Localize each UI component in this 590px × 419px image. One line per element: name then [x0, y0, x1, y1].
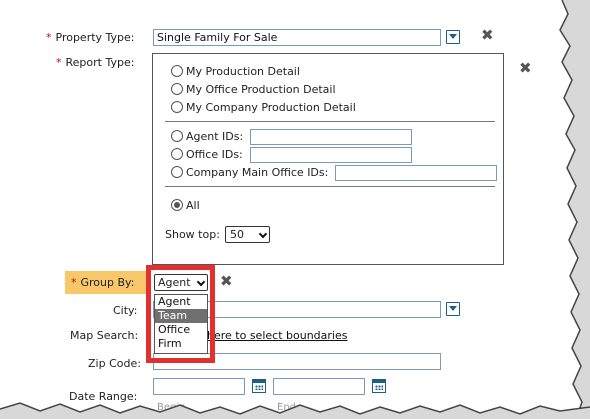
company-main-office-ids-input[interactable]	[335, 165, 497, 181]
begin-calendar-icon[interactable]	[251, 378, 266, 393]
city-label: City:	[113, 304, 138, 317]
required-marker: *	[56, 56, 62, 69]
group-by-label-text: Group By:	[80, 276, 135, 289]
radio-button-checked[interactable]	[171, 199, 183, 211]
report-type-label: * Report Type:	[56, 56, 134, 69]
office-ids-input[interactable]	[250, 147, 412, 163]
radio-button[interactable]	[171, 148, 183, 160]
show-top-value: 50	[230, 228, 244, 241]
report-option-my-company-production[interactable]: My Company Production Detail	[171, 101, 356, 114]
property-type-value: Single Family For Sale	[157, 31, 278, 44]
property-type-dropdown-icon[interactable]	[446, 30, 460, 44]
annotation-highlight-frame	[146, 265, 215, 363]
report-type-panel: My Production Detail My Office Productio…	[152, 53, 504, 265]
radio-label: Agent IDs:	[186, 130, 244, 143]
property-type-label: * Property Type:	[46, 31, 135, 44]
property-type-remove-icon[interactable]: ✖	[481, 28, 494, 43]
divider	[165, 186, 495, 187]
report-option-my-office-production[interactable]: My Office Production Detail	[171, 83, 336, 96]
group-by-remove-icon[interactable]: ✖	[220, 274, 233, 289]
radio-button[interactable]	[171, 166, 183, 178]
chevron-down-icon	[258, 229, 268, 239]
end-calendar-icon[interactable]	[371, 378, 386, 393]
report-option-agent-ids[interactable]: Agent IDs:	[171, 130, 243, 143]
report-type-label-text: Report Type:	[65, 56, 135, 69]
property-type-label-text: Property Type:	[55, 31, 135, 44]
radio-label: My Office Production Detail	[186, 83, 336, 96]
show-top-label-text: Show top:	[165, 228, 220, 241]
torn-edge-right	[559, 0, 590, 419]
zip-code-label: Zip Code:	[88, 357, 141, 370]
show-top-label: Show top:	[165, 228, 220, 241]
radio-button[interactable]	[171, 101, 183, 113]
radio-label: Office IDs:	[186, 148, 243, 161]
show-top-select[interactable]: 50	[225, 226, 270, 243]
radio-button[interactable]	[171, 65, 183, 77]
property-type-field[interactable]: Single Family For Sale	[153, 29, 441, 46]
required-marker: *	[46, 31, 52, 44]
group-by-label: * Group By:	[71, 276, 134, 289]
radio-button[interactable]	[171, 130, 183, 142]
radio-label: My Production Detail	[186, 65, 300, 78]
report-option-my-production[interactable]: My Production Detail	[171, 65, 300, 78]
report-option-all[interactable]: All	[171, 199, 200, 212]
map-search-link[interactable]: here to select boundaries	[207, 329, 347, 342]
report-type-remove-icon[interactable]: ✖	[519, 61, 532, 76]
map-search-label: Map Search:	[70, 329, 139, 342]
radio-label: All	[186, 199, 200, 212]
divider	[165, 121, 495, 122]
torn-edge-bottom	[0, 402, 590, 419]
report-option-company-main-office-ids[interactable]: Company Main Office IDs:	[171, 166, 328, 179]
required-marker: *	[71, 276, 77, 289]
radio-button[interactable]	[171, 83, 183, 95]
agent-ids-input[interactable]	[250, 129, 412, 145]
report-option-office-ids[interactable]: Office IDs:	[171, 148, 243, 161]
radio-label: Company Main Office IDs:	[186, 166, 329, 179]
radio-label: My Company Production Detail	[186, 101, 356, 114]
city-dropdown-icon[interactable]	[446, 302, 460, 316]
